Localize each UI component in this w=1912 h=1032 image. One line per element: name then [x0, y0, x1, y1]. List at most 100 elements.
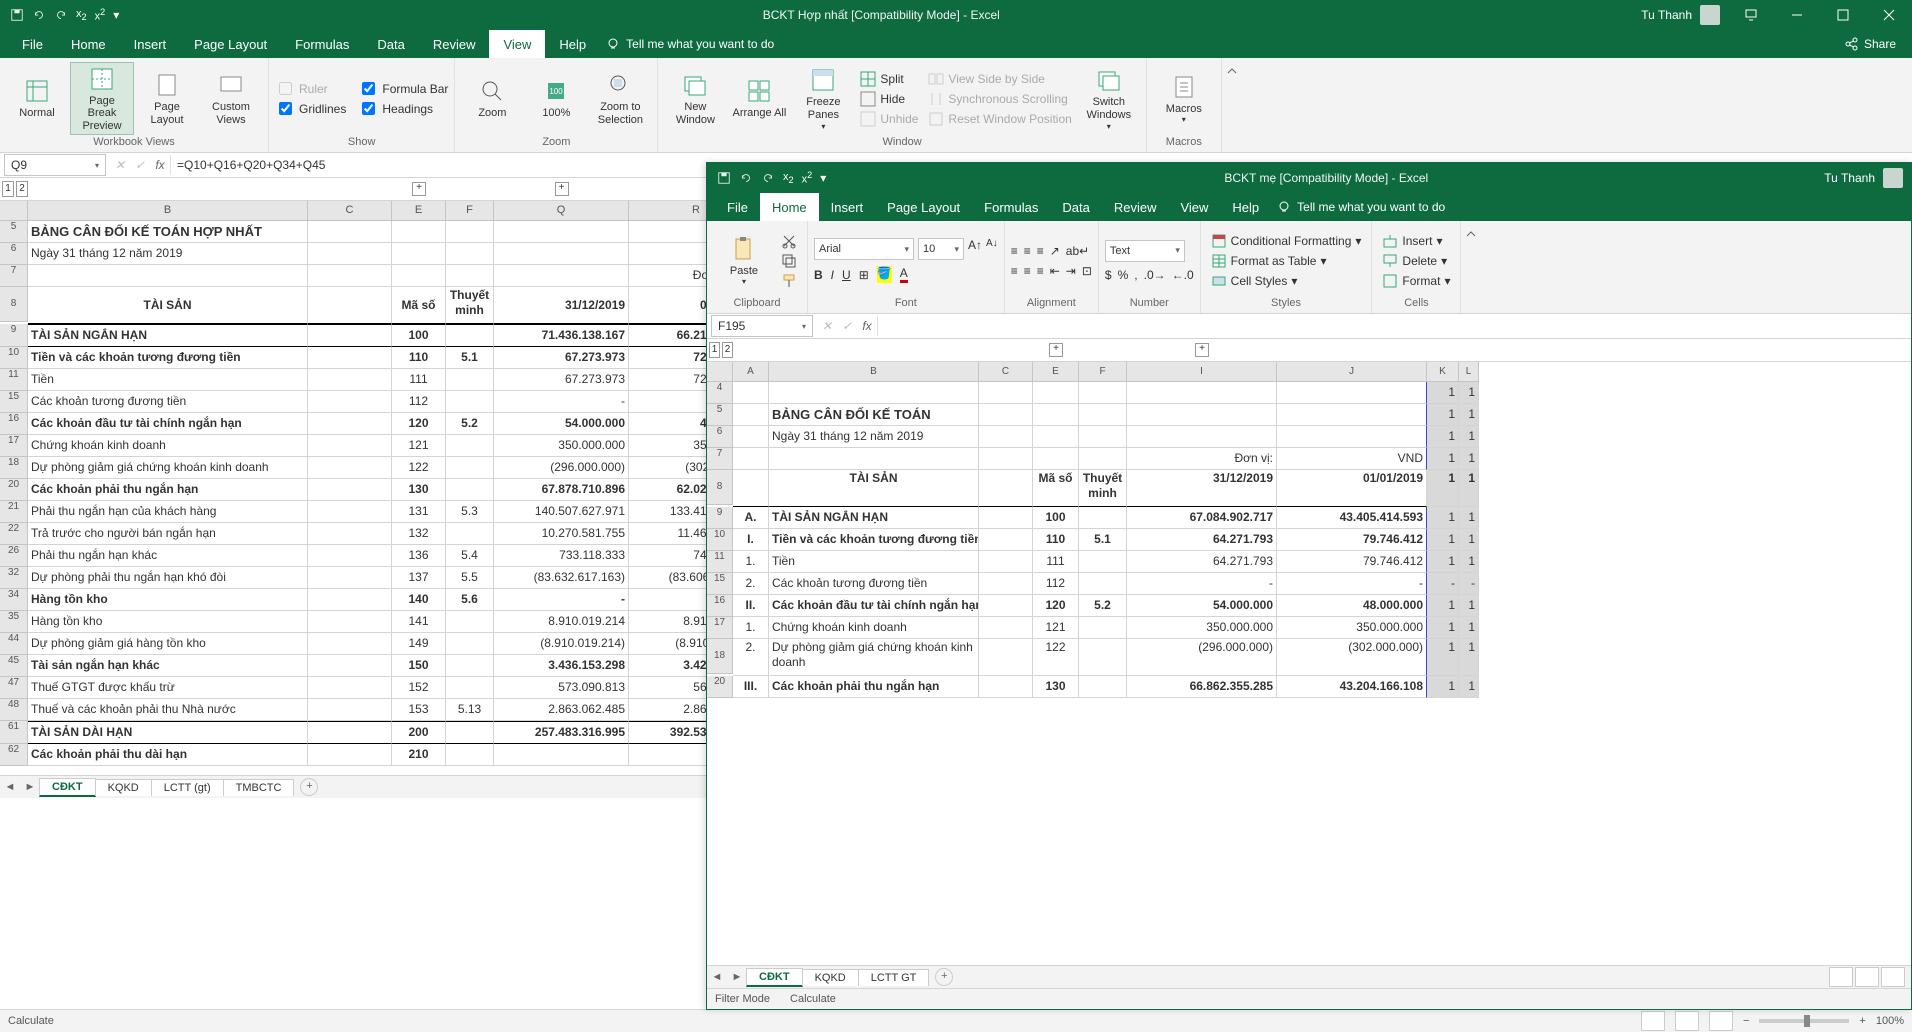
cell[interactable]: 137: [392, 567, 446, 589]
increase-decimal-icon[interactable]: .0→: [1144, 268, 1166, 282]
cell[interactable]: Thuế và các khoản phải thu Nhà nước: [28, 699, 308, 721]
column-header[interactable]: C: [979, 362, 1033, 382]
cell[interactable]: Tài sản ngắn hạn khác: [28, 655, 308, 677]
page-break-status-button[interactable]: [1709, 1011, 1733, 1031]
cell[interactable]: [1033, 426, 1079, 448]
cell[interactable]: 48.000.000: [1277, 595, 1427, 617]
cell[interactable]: 1: [1459, 529, 1479, 551]
superscript-icon[interactable]: x2: [802, 170, 813, 186]
cell[interactable]: 1: [1459, 676, 1479, 698]
subscript-icon[interactable]: x2: [76, 8, 87, 22]
cell[interactable]: 200: [392, 721, 446, 744]
cell[interactable]: [979, 448, 1033, 470]
outline-level-2[interactable]: 2: [722, 342, 733, 358]
cell[interactable]: [308, 265, 392, 287]
merge-button[interactable]: ⊡: [1082, 264, 1092, 278]
cell[interactable]: 112: [1033, 573, 1079, 595]
font-name-combo[interactable]: Arial▾: [814, 238, 914, 260]
cell[interactable]: [446, 744, 494, 766]
cell[interactable]: [446, 435, 494, 457]
ribbon-options-button[interactable]: [1728, 0, 1774, 30]
italic-button[interactable]: I: [831, 268, 834, 282]
cell[interactable]: [446, 369, 494, 391]
cell[interactable]: 1.: [733, 551, 769, 573]
zoom-slider[interactable]: [1759, 1019, 1849, 1023]
normal-view-status-button[interactable]: [1829, 967, 1853, 987]
user-name[interactable]: Tu Thanh: [1824, 171, 1875, 185]
row-header[interactable]: 18: [0, 457, 28, 479]
row-header[interactable]: 20: [707, 676, 733, 698]
cell[interactable]: VND: [1277, 448, 1427, 470]
cell[interactable]: 5.4: [446, 545, 494, 567]
cell[interactable]: 1: [1427, 382, 1459, 404]
cell[interactable]: [979, 404, 1033, 426]
decrease-font-icon[interactable]: A↓: [986, 238, 998, 260]
cell[interactable]: [446, 633, 494, 655]
tab-file[interactable]: File: [715, 193, 760, 221]
cell[interactable]: -: [1127, 573, 1277, 595]
cell[interactable]: Đơn vị:: [1127, 448, 1277, 470]
cell[interactable]: 1: [1427, 529, 1459, 551]
cell[interactable]: 79.746.412: [1277, 529, 1427, 551]
normal-view-button[interactable]: Normal: [6, 75, 68, 122]
cell[interactable]: [1127, 382, 1277, 404]
cell[interactable]: [1277, 404, 1427, 426]
cell[interactable]: [494, 243, 629, 265]
row-header[interactable]: 47: [0, 677, 28, 699]
cell[interactable]: I.: [733, 529, 769, 551]
insert-cells-button[interactable]: Insert ▾: [1378, 231, 1454, 251]
cell[interactable]: 1: [1427, 551, 1459, 573]
redo-icon[interactable]: [54, 8, 68, 22]
cell[interactable]: 2.: [733, 573, 769, 595]
cell[interactable]: 5.2: [1079, 595, 1127, 617]
cell[interactable]: [979, 529, 1033, 551]
cell[interactable]: 31/12/2019: [494, 287, 629, 324]
cell[interactable]: [1079, 382, 1127, 404]
tab-insert[interactable]: Insert: [819, 193, 876, 221]
enter-formula-icon[interactable]: ✓: [837, 319, 857, 333]
cell[interactable]: 43.405.414.593: [1277, 507, 1427, 529]
sub-grid[interactable]: ABCEFIJKL4115BẢNG CÂN ĐỐI KẾ TOÁN116Ngày…: [707, 362, 1911, 965]
cell[interactable]: Tiền: [28, 369, 308, 391]
cell[interactable]: Tiền và các khoản tương đương tiền: [28, 347, 308, 369]
row-header[interactable]: 15: [0, 391, 28, 413]
cell[interactable]: [446, 391, 494, 413]
formula-bar-checkbox[interactable]: Formula Bar: [358, 79, 448, 99]
undo-icon[interactable]: [739, 171, 753, 185]
cell[interactable]: [308, 567, 392, 589]
sheet-tab-cdkt[interactable]: CĐKT: [39, 778, 96, 797]
cell[interactable]: 210: [392, 744, 446, 766]
superscript-icon[interactable]: x2: [95, 7, 106, 23]
cell[interactable]: 122: [392, 457, 446, 479]
cell[interactable]: 64.271.793: [1127, 529, 1277, 551]
cell[interactable]: -: [1459, 573, 1479, 595]
cell[interactable]: [308, 633, 392, 655]
cell[interactable]: 149: [392, 633, 446, 655]
cell[interactable]: [1277, 426, 1427, 448]
outline-level-1[interactable]: 1: [709, 342, 720, 358]
cell[interactable]: 1: [1427, 426, 1459, 448]
tab-page-layout[interactable]: Page Layout: [875, 193, 972, 221]
cell[interactable]: TÀI SẢN NGẮN HẠN: [28, 324, 308, 347]
cell[interactable]: [1079, 676, 1127, 698]
macros-button[interactable]: Macros▾: [1153, 71, 1215, 127]
cell[interactable]: Trả trước cho người bán ngắn hạn: [28, 523, 308, 545]
cell[interactable]: Các khoản đầu tư tài chính ngắn hạn: [28, 413, 308, 435]
cell[interactable]: 130: [1033, 676, 1079, 698]
cell[interactable]: (296.000.000): [1127, 639, 1277, 676]
cell[interactable]: III.: [733, 676, 769, 698]
column-header[interactable]: I: [1127, 362, 1277, 382]
cell[interactable]: 67.273.973: [494, 369, 629, 391]
switch-windows-button[interactable]: Switch Windows▾: [1078, 64, 1140, 132]
collapse-ribbon-button[interactable]: [1222, 58, 1242, 152]
cell[interactable]: 2.: [733, 639, 769, 676]
cell[interactable]: 1: [1459, 448, 1479, 470]
cell[interactable]: Các khoản đầu tư tài chính ngắn hạn: [769, 595, 979, 617]
tab-data[interactable]: Data: [363, 30, 418, 58]
cell[interactable]: [979, 426, 1033, 448]
cell[interactable]: 79.746.412: [1277, 551, 1427, 573]
cell[interactable]: [979, 507, 1033, 529]
cell[interactable]: [979, 639, 1033, 676]
cell[interactable]: 5.6: [446, 589, 494, 611]
row-header[interactable]: 16: [0, 413, 28, 435]
